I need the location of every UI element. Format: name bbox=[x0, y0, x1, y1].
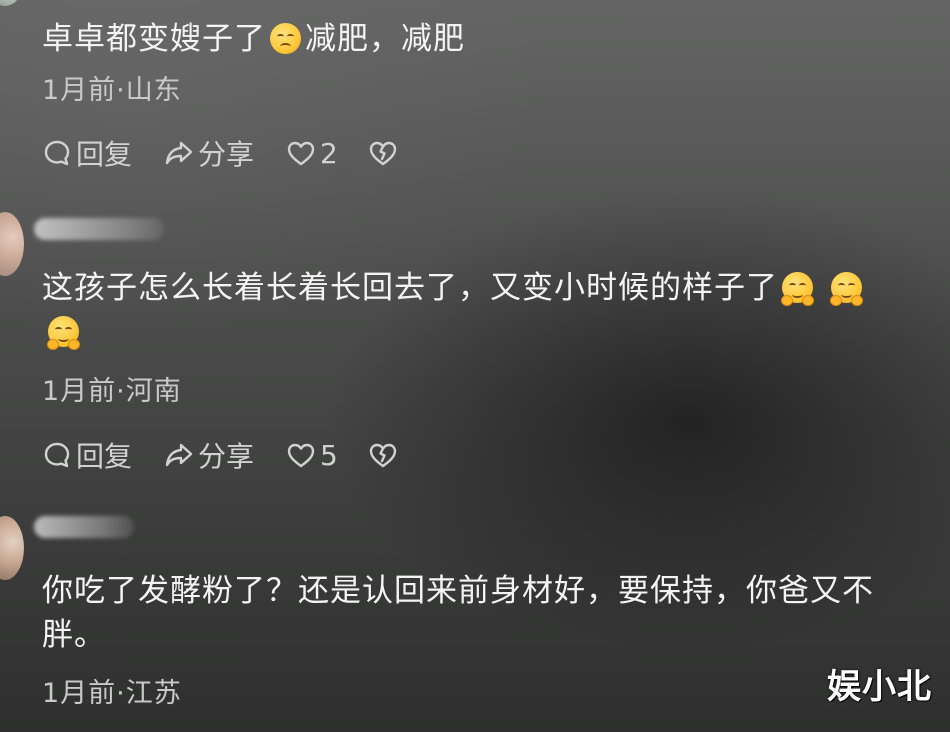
avatar[interactable] bbox=[0, 516, 24, 580]
reply-button[interactable]: 回复 bbox=[42, 435, 164, 475]
reply-button[interactable]: 回复 bbox=[42, 133, 164, 173]
comment-meta: 1月前·江苏 bbox=[42, 678, 182, 709]
comment-actions: 回复 分享 2 bbox=[42, 133, 398, 173]
comment-text-part: 这孩子怎么长着长着长回去了，又变小时候的样子了 bbox=[42, 270, 778, 306]
dislike-button[interactable] bbox=[368, 138, 398, 168]
comment-text-part: 你吃了发酵粉了？还是认回来前身材好，要保持，你爸又不胖。 bbox=[42, 573, 874, 653]
comment-actions: 回复 分享 5 bbox=[42, 435, 398, 475]
share-label: 分享 bbox=[198, 440, 255, 473]
like-count: 2 bbox=[320, 136, 338, 170]
like-count: 5 bbox=[320, 438, 338, 472]
share-button[interactable]: 分享 bbox=[164, 435, 286, 475]
heart-icon bbox=[287, 141, 315, 166]
reply-label: 回复 bbox=[76, 440, 133, 473]
share-icon bbox=[165, 141, 193, 165]
share-button[interactable]: 分享 bbox=[164, 133, 286, 173]
sad-face-emoji bbox=[270, 23, 301, 54]
share-icon bbox=[165, 443, 193, 467]
hugging-face-emoji bbox=[781, 272, 814, 306]
comment-text: 卓卓都变嫂子了 减肥，减肥 bbox=[42, 17, 932, 61]
comment-text-part: 卓卓都变嫂子了 bbox=[42, 21, 266, 57]
hugging-face-emoji bbox=[830, 272, 863, 306]
like-button[interactable]: 2 bbox=[286, 137, 368, 170]
heart-icon bbox=[287, 443, 315, 468]
comment-text: 你吃了发酵粉了？还是认回来前身材好，要保持，你爸又不胖。 bbox=[42, 569, 932, 657]
username-blurred[interactable] bbox=[34, 218, 164, 240]
comment-meta: 1月前·河南 bbox=[42, 376, 182, 407]
broken-heart-icon bbox=[369, 141, 397, 166]
broken-heart-icon bbox=[369, 443, 397, 468]
share-label: 分享 bbox=[198, 138, 255, 171]
reply-icon bbox=[44, 442, 70, 468]
reply-label: 回复 bbox=[76, 138, 133, 171]
username-blurred[interactable] bbox=[34, 516, 134, 538]
reply-icon bbox=[44, 140, 70, 166]
comment-text-part: 减肥，减肥 bbox=[305, 21, 465, 57]
watermark: 娱小北 bbox=[827, 667, 932, 707]
comment-meta: 1月前·山东 bbox=[42, 75, 182, 106]
dislike-button[interactable] bbox=[368, 440, 398, 470]
avatar[interactable] bbox=[0, 0, 24, 6]
avatar[interactable] bbox=[0, 212, 24, 276]
comment-text: 这孩子怎么长着长着长回去了，又变小时候的样子了 bbox=[42, 266, 932, 354]
hugging-face-emoji bbox=[47, 316, 80, 350]
like-button[interactable]: 5 bbox=[286, 439, 368, 472]
